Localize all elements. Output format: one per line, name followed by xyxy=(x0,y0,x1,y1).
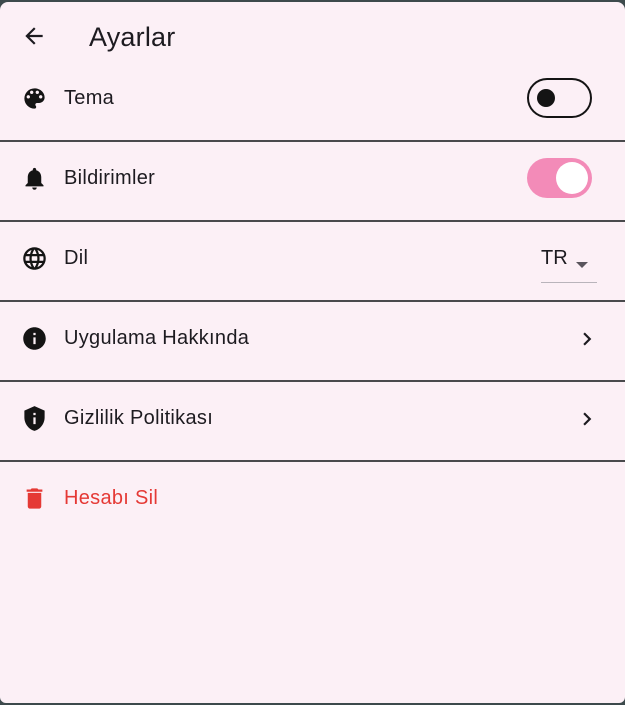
settings-row-privacy[interactable]: Gizlilik Politikası xyxy=(0,384,625,462)
settings-row-about[interactable]: Uygulama Hakkında xyxy=(0,304,625,382)
arrow-back-icon xyxy=(21,23,47,54)
divider xyxy=(0,460,625,462)
notifications-switch-thumb xyxy=(556,162,588,194)
dropdown-caret-icon xyxy=(575,256,589,274)
shield-icon xyxy=(20,404,48,432)
divider xyxy=(0,140,625,142)
about-label: Uygulama Hakkında xyxy=(64,327,250,349)
theme-switch-thumb xyxy=(537,89,555,107)
theme-switch[interactable] xyxy=(527,78,592,118)
language-label: Dil xyxy=(64,247,89,269)
settings-row-notifications: Bildirimler xyxy=(0,144,625,222)
language-dropdown-value: TR xyxy=(541,247,568,269)
trash-icon xyxy=(20,484,48,512)
privacy-label: Gizlilik Politikası xyxy=(64,407,214,429)
settings-row-theme: Tema xyxy=(0,64,625,142)
notifications-switch[interactable] xyxy=(527,158,592,198)
settings-row-language: Dil TR xyxy=(0,224,625,302)
delete-account-label: Hesabı Sil xyxy=(64,487,159,509)
notifications-label: Bildirimler xyxy=(64,167,156,189)
dropdown-underline xyxy=(541,282,597,283)
info-icon xyxy=(20,324,48,352)
language-dropdown[interactable]: TR xyxy=(541,240,597,284)
divider xyxy=(0,220,625,222)
bell-icon xyxy=(20,164,48,192)
palette-icon xyxy=(20,84,48,112)
theme-label: Tema xyxy=(64,87,115,109)
settings-screen: Ayarlar Tema Bildirimler Dil TR Uygulama… xyxy=(0,2,625,703)
app-bar: Ayarlar xyxy=(0,2,625,70)
divider xyxy=(0,300,625,302)
divider xyxy=(0,380,625,382)
settings-row-delete-account[interactable]: Hesabı Sil xyxy=(0,464,625,542)
back-button[interactable] xyxy=(14,18,54,58)
page-title: Ayarlar xyxy=(89,22,176,52)
chevron-right-icon xyxy=(574,326,600,352)
globe-icon xyxy=(20,244,48,272)
chevron-right-icon xyxy=(574,406,600,432)
